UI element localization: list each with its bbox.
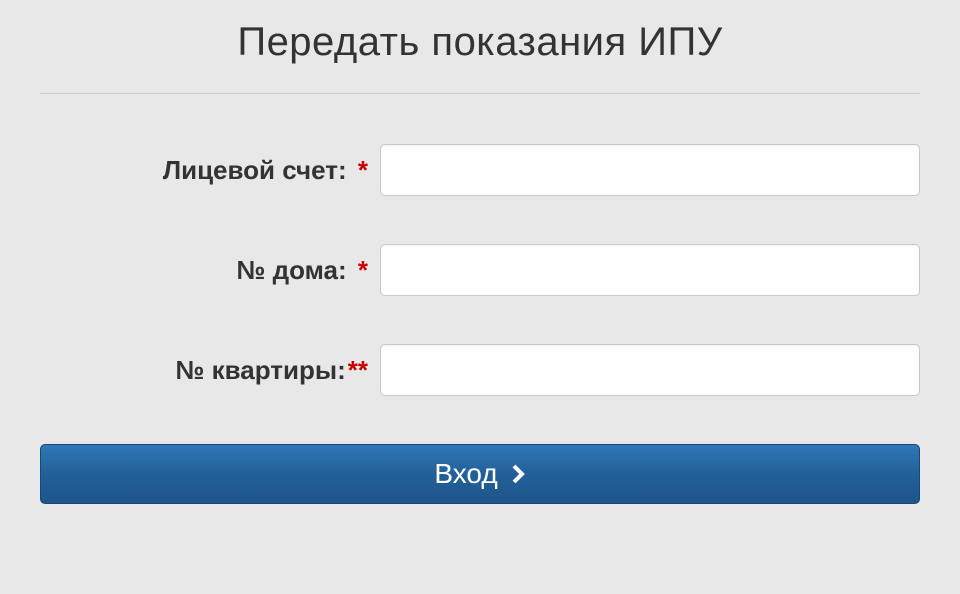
required-mark: * bbox=[358, 255, 368, 285]
required-mark-double: ** bbox=[348, 355, 368, 385]
house-input[interactable] bbox=[380, 244, 920, 296]
login-button-label: Вход bbox=[434, 458, 497, 490]
account-label-text: Лицевой счет: bbox=[163, 155, 347, 185]
apartment-label-text: № квартиры: bbox=[175, 355, 345, 385]
form-title: Передать показания ИПУ bbox=[40, 20, 920, 65]
apartment-row: № квартиры:** bbox=[40, 344, 920, 396]
house-label: № дома: * bbox=[40, 255, 380, 286]
account-label: Лицевой счет: * bbox=[40, 155, 380, 186]
required-mark: * bbox=[358, 155, 368, 185]
submit-row: Вход bbox=[40, 444, 920, 504]
account-row: Лицевой счет: * bbox=[40, 144, 920, 196]
apartment-label: № квартиры:** bbox=[40, 355, 380, 386]
account-input[interactable] bbox=[380, 144, 920, 196]
divider bbox=[40, 93, 920, 94]
house-label-text: № дома: bbox=[236, 255, 346, 285]
apartment-input[interactable] bbox=[380, 344, 920, 396]
login-button[interactable]: Вход bbox=[40, 444, 920, 504]
meter-readings-form: Передать показания ИПУ Лицевой счет: * №… bbox=[0, 0, 960, 534]
house-row: № дома: * bbox=[40, 244, 920, 296]
chevron-right-icon bbox=[512, 464, 526, 484]
